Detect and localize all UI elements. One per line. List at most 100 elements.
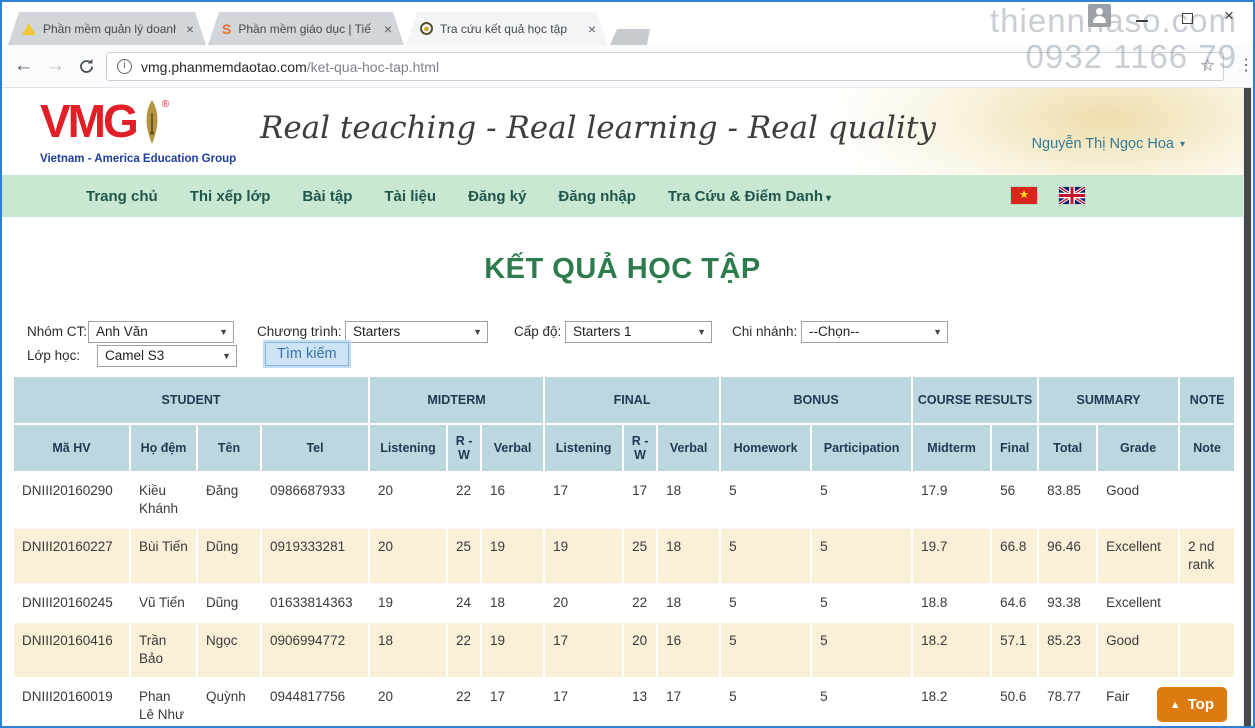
cell-grade: Excellent (1097, 528, 1179, 584)
browser-tab-active[interactable]: Tra cứu kết quả học tập × (406, 12, 608, 45)
warning-triangle-icon (22, 23, 36, 35)
url-path: /ket-qua-hoc-tap.html (307, 59, 439, 75)
nav-item-thi-xep-lop[interactable]: Thi xếp lớp (190, 188, 271, 205)
cell-midterm-rw: 22 (447, 472, 481, 528)
new-tab-button[interactable] (610, 29, 650, 45)
cell-ten: Đăng (197, 472, 261, 528)
col-header-ten: Tên (197, 424, 261, 472)
cell-result-final: 57.1 (991, 622, 1038, 678)
minimize-icon[interactable] (1136, 20, 1148, 22)
col-header-tel: Tel (261, 424, 369, 472)
chuong-trinh-select[interactable]: Starters▼ (345, 321, 488, 343)
maximize-icon[interactable] (1182, 13, 1193, 24)
cell-final-listening: 17 (544, 622, 623, 678)
cell-ho-dem: Bùi Tiến (130, 528, 197, 584)
arrow-up-icon: ▲ (1170, 699, 1181, 711)
nav-item-tai-lieu[interactable]: Tài liệu (384, 188, 436, 205)
cell-midterm-verbal: 16 (481, 472, 544, 528)
lop-hoc-select[interactable]: Camel S3▼ (97, 345, 237, 367)
cell-result-midterm: 18.2 (912, 678, 991, 728)
page-viewport: VMG ® Vietnam - America Education Group … (2, 88, 1243, 728)
cell-midterm-listening: 19 (369, 584, 447, 622)
cap-do-select[interactable]: Starters 1▼ (565, 321, 712, 343)
cap-do-label: Cấp độ: (514, 321, 561, 343)
url-bar[interactable]: i vmg.phanmemdaotao.com/ket-qua-hoc-tap.… (106, 52, 1224, 81)
nhom-ct-select[interactable]: Anh Văn▼ (88, 321, 234, 343)
nav-item-dang-ky[interactable]: Đăng ký (468, 188, 526, 205)
cell-ho-dem: Vũ Tiến (130, 584, 197, 622)
col-header-res-final: Final (991, 424, 1038, 472)
table-header: STUDENT MIDTERM FINAL BONUS COURSE RESUL… (13, 376, 1235, 472)
cell-participation: 5 (811, 678, 912, 728)
user-icon (1012, 137, 1026, 152)
main-nav: Trang chủ Thi xếp lớp Bài tập Tài liệu Đ… (2, 175, 1243, 217)
close-tab-icon[interactable]: × (182, 21, 198, 37)
uk-flag-icon[interactable] (1059, 187, 1085, 204)
back-icon[interactable]: ← (14, 53, 33, 79)
col-header-note: Note (1179, 424, 1235, 472)
filter-row-1: Nhóm CT: Anh Văn▼ Chương trình: Starters… (2, 321, 1243, 345)
select-caret-icon: ▼ (219, 327, 228, 337)
cell-ma-hv: DNIII20160290 (13, 472, 130, 528)
scroll-to-top-button[interactable]: ▲ Top (1157, 687, 1227, 722)
cell-midterm-listening: 18 (369, 622, 447, 678)
chi-nhanh-select[interactable]: --Chọn--▼ (801, 321, 948, 343)
tab-title: Phần mềm quản lý doanh (43, 22, 176, 36)
group-header-course-results: COURSE RESULTS (912, 376, 1038, 424)
group-header-note: NOTE (1179, 376, 1235, 424)
select-caret-icon: ▼ (473, 327, 482, 337)
cell-ten: Dũng (197, 584, 261, 622)
cell-ten: Quỳnh (197, 678, 261, 728)
cell-final-listening: 19 (544, 528, 623, 584)
cell-final-listening: 17 (544, 678, 623, 728)
cell-ho-dem: Phan Lê Như (130, 678, 197, 728)
col-header-fin-verbal: Verbal (657, 424, 720, 472)
page-info-icon[interactable]: i (117, 59, 132, 74)
nav-item-tra-cuu-diem-danh[interactable]: Tra Cứu & Điểm Danh▾ (668, 188, 831, 205)
browser-menu-icon[interactable]: ⋮ (1238, 55, 1254, 75)
cell-midterm-rw: 24 (447, 584, 481, 622)
logo-subtitle: Vietnam - America Education Group (40, 153, 236, 165)
reload-icon[interactable] (78, 57, 95, 83)
nav-item-dang-nhap[interactable]: Đăng nhập (558, 188, 636, 205)
close-tab-icon[interactable]: × (584, 21, 600, 37)
cell-result-final: 50.6 (991, 678, 1038, 728)
bookmark-star-icon[interactable]: ☆ (1200, 56, 1215, 76)
group-header-summary: SUMMARY (1038, 376, 1179, 424)
user-menu[interactable]: Nguyễn Thị Ngọc Hoa ▾ (1012, 136, 1185, 152)
cell-homework: 5 (720, 528, 811, 584)
close-tab-icon[interactable]: × (380, 21, 396, 37)
table-row: DNIII20160290 Kiều Khánh Đăng 0986687933… (13, 472, 1235, 528)
cell-grade: Good (1097, 622, 1179, 678)
page-scrollbar[interactable] (1243, 88, 1252, 727)
search-button[interactable]: Tìm kiếm (265, 342, 349, 366)
cell-final-rw: 17 (623, 472, 657, 528)
results-table: STUDENT MIDTERM FINAL BONUS COURSE RESUL… (12, 375, 1236, 728)
close-window-icon[interactable]: × (1224, 7, 1234, 24)
cell-final-verbal: 16 (657, 622, 720, 678)
browser-tab-1[interactable]: Phần mềm quản lý doanh × (8, 12, 206, 45)
nav-item-trang-chu[interactable]: Trang chủ (86, 188, 158, 205)
nhom-ct-label: Nhóm CT: (27, 321, 87, 343)
cell-final-listening: 20 (544, 584, 623, 622)
cell-final-rw: 25 (623, 528, 657, 584)
cell-result-final: 56 (991, 472, 1038, 528)
browser-tab-2[interactable]: S Phần mềm giáo dục | Tiế × (208, 12, 404, 45)
cell-homework: 5 (720, 584, 811, 622)
cell-midterm-verbal: 18 (481, 584, 544, 622)
col-header-participation: Participation (811, 424, 912, 472)
vmg-favicon-icon (420, 22, 433, 35)
profile-avatar-icon[interactable] (1088, 4, 1111, 27)
forward-icon[interactable]: → (46, 53, 65, 79)
nav-item-bai-tap[interactable]: Bài tập (302, 188, 352, 205)
cell-tel: 01633814363 (261, 584, 369, 622)
cell-ho-dem: Trần Bảo (130, 622, 197, 678)
scrollbar-thumb[interactable] (1244, 88, 1251, 727)
col-header-total: Total (1038, 424, 1097, 472)
tab-title: Phần mềm giáo dục | Tiế (238, 22, 374, 36)
col-header-ho-dem: Họ đệm (130, 424, 197, 472)
cell-total: 78.77 (1038, 678, 1097, 728)
col-header-fin-listening: Listening (544, 424, 623, 472)
vietnam-flag-icon[interactable]: ★ (1011, 187, 1037, 204)
vmg-logo[interactable]: VMG ® Vietnam - America Education Group (40, 98, 236, 165)
